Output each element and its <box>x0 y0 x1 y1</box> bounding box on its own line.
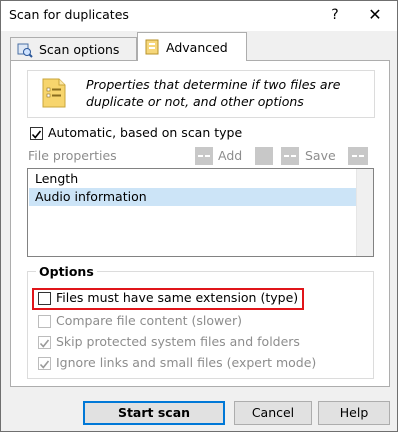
tab-advanced-label: Advanced <box>166 39 228 55</box>
list-item[interactable]: Audio information <box>29 188 356 206</box>
close-icon[interactable]: ✕ <box>363 3 387 27</box>
title-bar: Scan for duplicates ? ✕ <box>1 1 397 31</box>
same-extension-checkbox[interactable] <box>38 292 51 305</box>
skip-protected-checkbox[interactable] <box>38 336 51 349</box>
ignore-links-label[interactable]: Ignore links and small files (expert mod… <box>56 355 316 370</box>
automatic-checkbox[interactable] <box>30 127 43 140</box>
checkmark-icon <box>39 360 50 369</box>
compare-content-checkbox[interactable] <box>38 315 51 328</box>
checkmark-icon <box>31 130 42 139</box>
add-icon <box>198 155 210 157</box>
info-box: Properties that determine if two files a… <box>27 70 375 118</box>
tab-scan-options-label: Scan options <box>39 42 120 57</box>
same-extension-label[interactable]: Files must have same extension (type) <box>56 290 298 305</box>
help-button[interactable]: Help <box>318 401 390 425</box>
save-label[interactable]: Save <box>305 147 336 165</box>
save-icon <box>284 155 296 157</box>
file-properties-toolbar: File properties Add Save <box>27 145 374 167</box>
document-properties-icon <box>42 78 66 108</box>
add-property-button[interactable] <box>195 147 213 165</box>
advanced-panel: Properties that determine if two files a… <box>10 60 390 387</box>
tab-scan-options[interactable]: Scan options <box>10 37 137 61</box>
toggle-button[interactable] <box>255 147 273 165</box>
info-text-line1: Properties that determine if two files a… <box>86 77 341 92</box>
save-property-button[interactable] <box>281 147 299 165</box>
tab-advanced[interactable]: Advanced <box>137 32 247 61</box>
file-properties-list[interactable]: Length Audio information <box>27 168 374 257</box>
automatic-label: Automatic, based on scan type <box>48 125 243 140</box>
compare-content-label[interactable]: Compare file content (slower) <box>56 313 242 328</box>
add-label[interactable]: Add <box>218 147 242 165</box>
more-button[interactable] <box>348 147 368 165</box>
list-scrollbar[interactable] <box>356 169 373 256</box>
info-text-line2: duplicate or not, and other options <box>86 94 304 109</box>
advanced-icon <box>145 39 159 55</box>
cancel-button[interactable]: Cancel <box>234 401 312 425</box>
scan-options-icon <box>17 43 33 58</box>
scan-dialog: Scan for duplicates ? ✕ Scan options Adv… <box>0 0 398 432</box>
options-title: Options <box>36 264 97 279</box>
checkmark-icon <box>39 339 50 348</box>
info-text: Properties that determine if two files a… <box>86 76 340 110</box>
file-properties-input[interactable]: File properties <box>27 145 191 167</box>
window-title: Scan for duplicates <box>9 7 129 22</box>
ignore-links-checkbox[interactable] <box>38 357 51 370</box>
skip-protected-label[interactable]: Skip protected system files and folders <box>56 334 300 349</box>
help-icon[interactable]: ? <box>323 3 347 27</box>
list-item[interactable]: Length <box>29 170 356 188</box>
start-scan-button[interactable]: Start scan <box>83 401 225 425</box>
more-icon <box>352 155 364 157</box>
